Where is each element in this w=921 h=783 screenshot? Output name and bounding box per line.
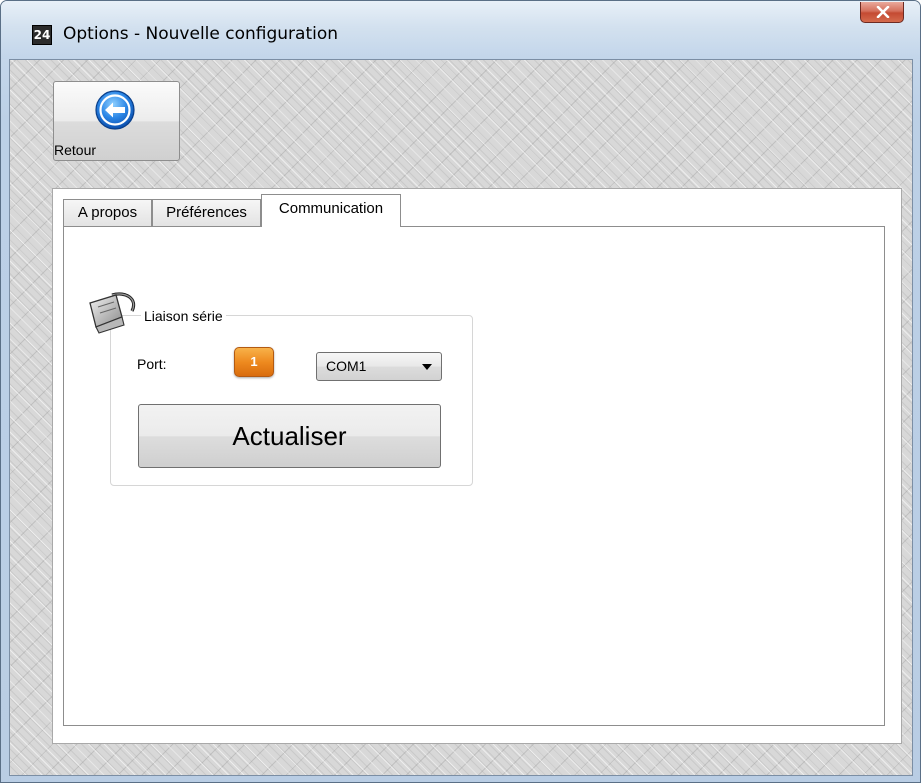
port-label: Port: <box>137 356 167 372</box>
tab-control: A propos Préférences Communication Liais… <box>52 188 902 744</box>
back-arrow-icon <box>95 90 135 130</box>
close-button[interactable] <box>860 2 904 23</box>
window-title: Options - Nouvelle configuration <box>63 24 339 44</box>
serial-cable-icon <box>89 292 136 334</box>
client-area: Retour A propos Préférences Communicatio… <box>9 59 913 776</box>
back-button[interactable]: Retour <box>53 81 180 161</box>
serial-link-group-title: Liaison série <box>141 308 226 324</box>
dropdown-arrow-icon <box>422 364 432 370</box>
tab-communication[interactable]: Communication <box>261 194 401 227</box>
tab-about[interactable]: A propos <box>63 199 152 227</box>
options-window: 24 Options - Nouvelle configuration Reto… <box>0 0 921 783</box>
port-select-value: COM1 <box>326 358 367 374</box>
tab-preferences[interactable]: Préférences <box>152 199 261 227</box>
communication-tab-page: Liaison série Port: 1 COM1 Actualiser <box>63 226 885 726</box>
back-button-label: Retour <box>54 142 97 158</box>
refresh-button[interactable]: Actualiser <box>138 404 441 468</box>
port-select[interactable]: COM1 <box>316 352 442 381</box>
app-icon: 24 <box>32 25 52 45</box>
title-bar[interactable]: 24 Options - Nouvelle configuration <box>1 1 920 59</box>
port-count-badge: 1 <box>234 347 274 377</box>
close-x-icon <box>876 6 890 18</box>
